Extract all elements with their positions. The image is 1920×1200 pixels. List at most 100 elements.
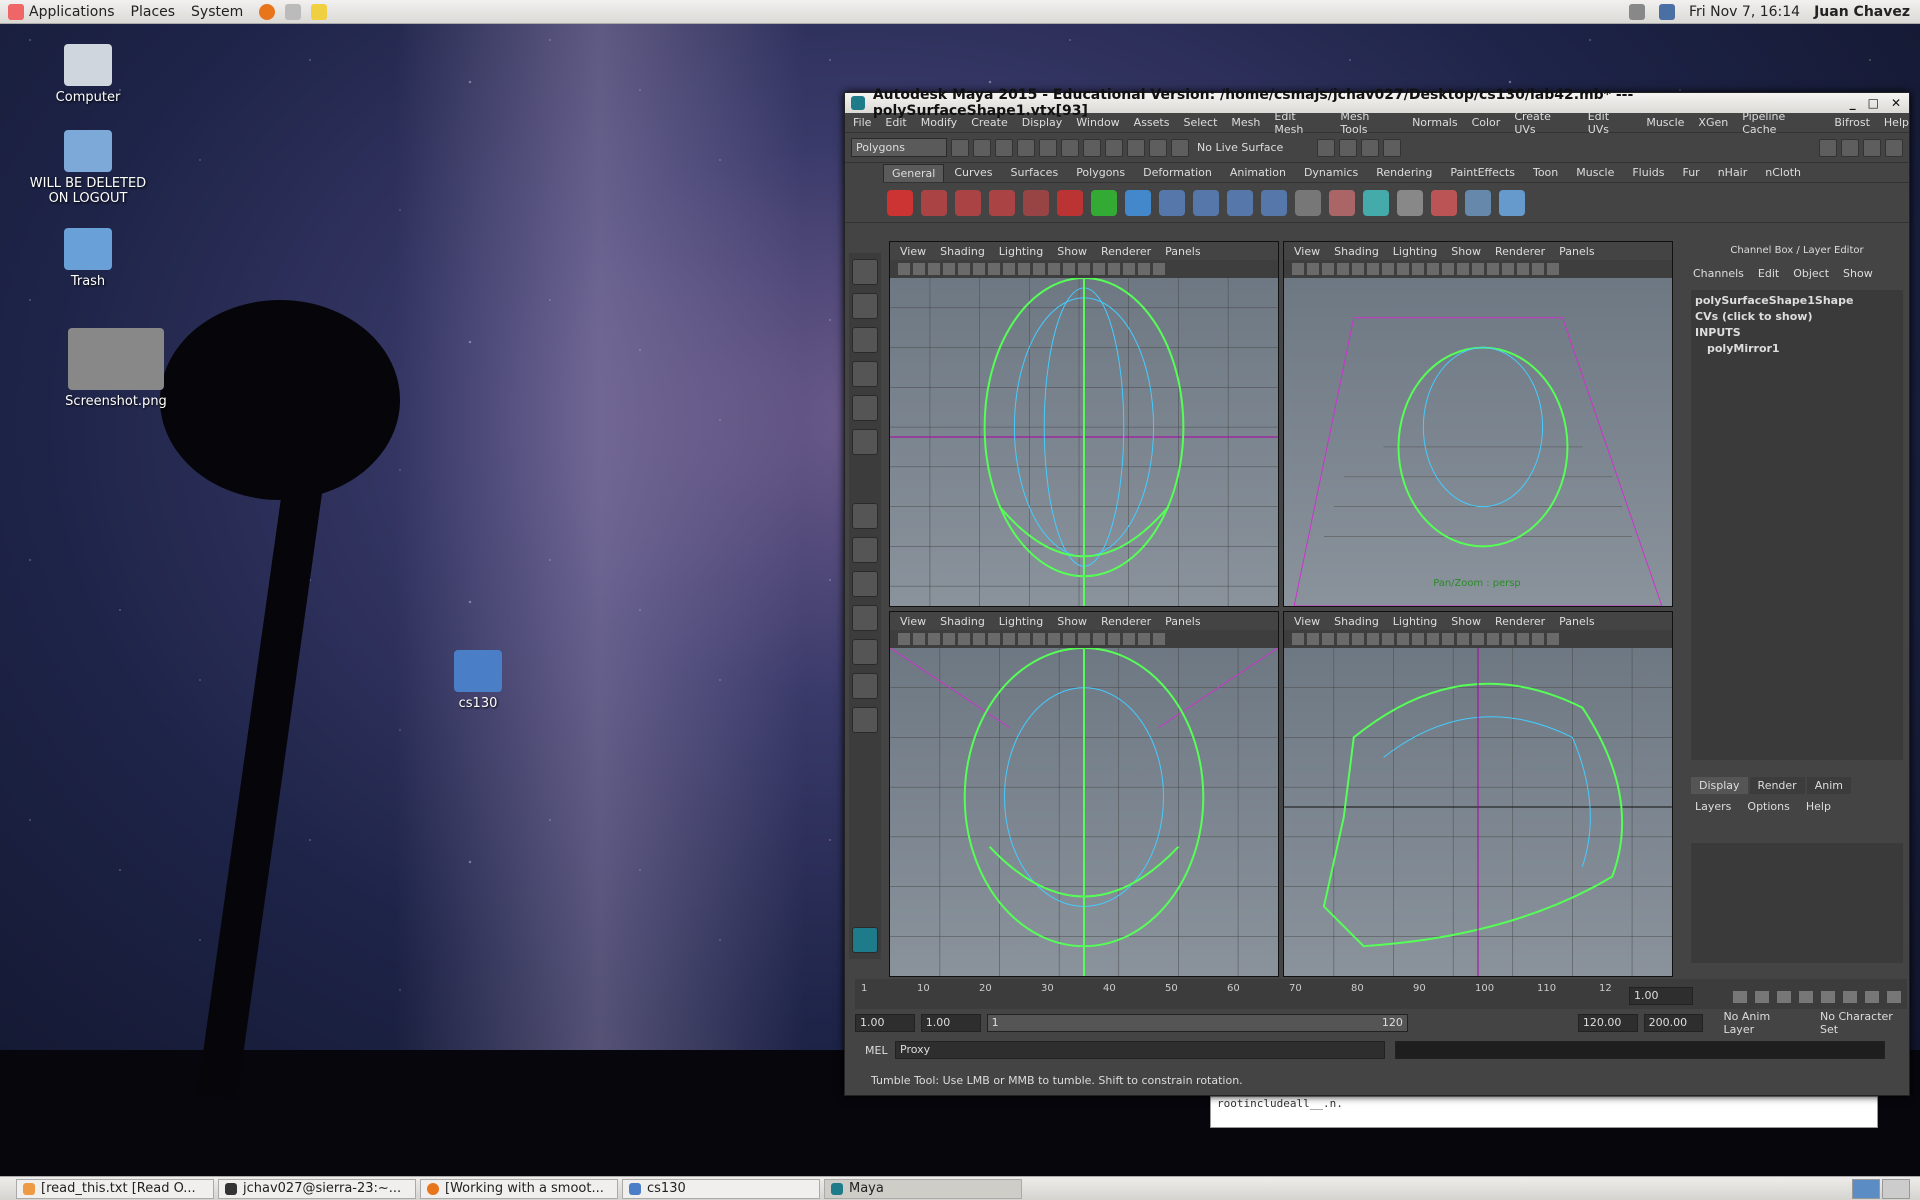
shelf-tab-polygons[interactable]: Polygons xyxy=(1068,164,1133,181)
menu-edit-uvs[interactable]: Edit UVs xyxy=(1588,110,1633,136)
viewport-bottom-right-side[interactable]: View Shading Lighting Show Renderer Panels xyxy=(1283,611,1673,977)
shelf-tab-ncloth[interactable]: nCloth xyxy=(1757,164,1809,181)
command-input[interactable]: Proxy xyxy=(895,1041,1385,1059)
open-scene-icon[interactable] xyxy=(973,138,991,157)
task-maya[interactable]: Maya xyxy=(824,1178,1022,1199)
menu-help[interactable]: Help xyxy=(1884,116,1909,129)
close-button[interactable]: ✕ xyxy=(1891,96,1901,110)
attribute-editor-icon[interactable] xyxy=(1841,138,1859,157)
joint-icon[interactable] xyxy=(1227,189,1253,216)
shelf-tab-fluids[interactable]: Fluids xyxy=(1624,164,1672,181)
modeling-toolkit-icon[interactable] xyxy=(1819,138,1837,157)
shelf-tab-deformation[interactable]: Deformation xyxy=(1135,164,1220,181)
volume-icon[interactable] xyxy=(1629,4,1646,20)
cube-icon[interactable] xyxy=(1397,189,1423,216)
shelf-tab-animation[interactable]: Animation xyxy=(1222,164,1294,181)
mail-icon[interactable] xyxy=(285,3,302,20)
shelf-tab-nhair[interactable]: nHair xyxy=(1710,164,1756,181)
shape-node-name[interactable]: polySurfaceShape1Shape xyxy=(1695,294,1899,307)
menu-normals[interactable]: Normals xyxy=(1412,116,1458,129)
user-name[interactable]: Juan Chavez xyxy=(1814,4,1910,20)
tool-settings-icon[interactable] xyxy=(1863,138,1881,157)
step-back-key-icon[interactable] xyxy=(1755,991,1769,1003)
menu-select[interactable]: Select xyxy=(1183,116,1217,129)
menu-modify[interactable]: Modify xyxy=(921,116,957,129)
snap-point-icon[interactable] xyxy=(1127,138,1145,157)
lattice-icon[interactable] xyxy=(1465,189,1491,216)
menu-edit-mesh[interactable]: Edit Mesh xyxy=(1274,110,1326,136)
layout-hypershade-icon[interactable] xyxy=(852,673,878,699)
lasso-tool-icon[interactable] xyxy=(852,293,878,319)
menu-edit[interactable]: Edit xyxy=(885,116,906,129)
workspace-1[interactable] xyxy=(1852,1179,1880,1199)
layers-menu[interactable]: Layers xyxy=(1695,800,1731,813)
task-firefox[interactable]: [Working with a smoot... xyxy=(420,1178,618,1199)
save-scene-icon[interactable] xyxy=(995,138,1013,157)
menu-mesh-tools[interactable]: Mesh Tools xyxy=(1340,110,1398,136)
menu-pipeline-cache[interactable]: Pipeline Cache xyxy=(1742,110,1820,136)
select-tool-icon[interactable] xyxy=(852,259,878,285)
shelf-tab-dynamics[interactable]: Dynamics xyxy=(1296,164,1366,181)
desktop-icon-trash[interactable]: Trash xyxy=(28,228,148,289)
layout-single-icon[interactable] xyxy=(852,537,878,563)
step-forward-key-icon[interactable] xyxy=(1865,991,1879,1003)
new-scene-icon[interactable] xyxy=(951,138,969,157)
viewport-top-left[interactable]: View Shading Lighting Show Renderer Panels xyxy=(889,241,1279,607)
viewport-scene[interactable] xyxy=(1284,648,1672,976)
joint-icon[interactable] xyxy=(1193,189,1219,216)
network-icon[interactable] xyxy=(1659,4,1676,20)
channel-box-toggle-icon[interactable] xyxy=(1885,138,1903,157)
play-forward-icon[interactable] xyxy=(1821,991,1835,1003)
menu-window[interactable]: Window xyxy=(1076,116,1119,129)
menu-color[interactable]: Color xyxy=(1472,116,1501,129)
task-terminal[interactable]: jchav027@sierra-23:~... xyxy=(218,1178,416,1199)
step-back-icon[interactable] xyxy=(1777,991,1791,1003)
channels-menu[interactable]: Channels xyxy=(1693,267,1744,280)
scale-tool-icon[interactable] xyxy=(852,429,878,455)
firefox-icon[interactable] xyxy=(259,3,276,20)
last-tool-icon[interactable] xyxy=(852,503,878,529)
menu-assets[interactable]: Assets xyxy=(1134,116,1170,129)
live-surface-field[interactable]: No Live Surface xyxy=(1193,141,1313,154)
range-bar[interactable]: 1 120 xyxy=(986,1014,1408,1032)
layout-outliner-icon[interactable] xyxy=(852,605,878,631)
render-frame-icon[interactable] xyxy=(1339,138,1358,157)
playback-end-field[interactable]: 120.00 xyxy=(1577,1014,1638,1032)
desktop-icon-cs130[interactable]: cs130 xyxy=(418,650,538,711)
menu-set-dropdown[interactable]: Polygons xyxy=(851,138,947,157)
cvs-toggle[interactable]: CVs (click to show) xyxy=(1695,310,1899,323)
viewport-scene[interactable]: Pan/Zoom : persp xyxy=(1284,278,1672,606)
step-forward-icon[interactable] xyxy=(1843,991,1857,1003)
desktop-icon-screenshot[interactable]: Screenshot.png xyxy=(56,328,176,409)
viewport-scene[interactable] xyxy=(890,648,1278,976)
menu-muscle[interactable]: Muscle xyxy=(1646,116,1684,129)
viewport-scene[interactable] xyxy=(890,278,1278,606)
options-menu[interactable]: Options xyxy=(1747,800,1789,813)
render-settings-icon[interactable] xyxy=(1383,138,1402,157)
system-menu[interactable]: System xyxy=(183,4,251,20)
clock[interactable]: Fri Nov 7, 16:14 xyxy=(1689,4,1800,20)
menu-create-uvs[interactable]: Create UVs xyxy=(1514,110,1573,136)
layout-graph-icon[interactable] xyxy=(852,639,878,665)
applications-menu[interactable]: Applications xyxy=(0,3,123,20)
minimize-button[interactable]: _ xyxy=(1850,96,1856,110)
tab-render[interactable]: Render xyxy=(1749,777,1805,794)
time-slider[interactable]: 1 10 20 30 40 50 60 70 80 90 100 110 12 … xyxy=(855,979,1907,1009)
list-icon[interactable] xyxy=(1295,189,1321,216)
character-set-dropdown[interactable]: No Character Set xyxy=(1820,1010,1907,1036)
joint-icon[interactable] xyxy=(1159,189,1185,216)
play-backward-icon[interactable] xyxy=(1799,991,1813,1003)
maximize-button[interactable]: □ xyxy=(1868,96,1879,110)
layout-four-icon[interactable] xyxy=(852,571,878,597)
shelf-tab-fur[interactable]: Fur xyxy=(1674,164,1707,181)
rotate-tool-icon[interactable] xyxy=(852,395,878,421)
layout-custom-icon[interactable] xyxy=(852,707,878,733)
shelf-tab-muscle[interactable]: Muscle xyxy=(1568,164,1622,181)
help-icon[interactable] xyxy=(887,189,913,216)
snap-curve-icon[interactable] xyxy=(1105,138,1123,157)
viewport-top-right-persp[interactable]: View Shading Lighting Show Renderer Panels Pa… xyxy=(1283,241,1673,607)
desktop-icon-computer[interactable]: Computer xyxy=(28,44,148,105)
shelf-tab-curves[interactable]: Curves xyxy=(946,164,1000,181)
select-component-icon[interactable] xyxy=(1061,138,1079,157)
paint-icon[interactable] xyxy=(1329,189,1355,216)
